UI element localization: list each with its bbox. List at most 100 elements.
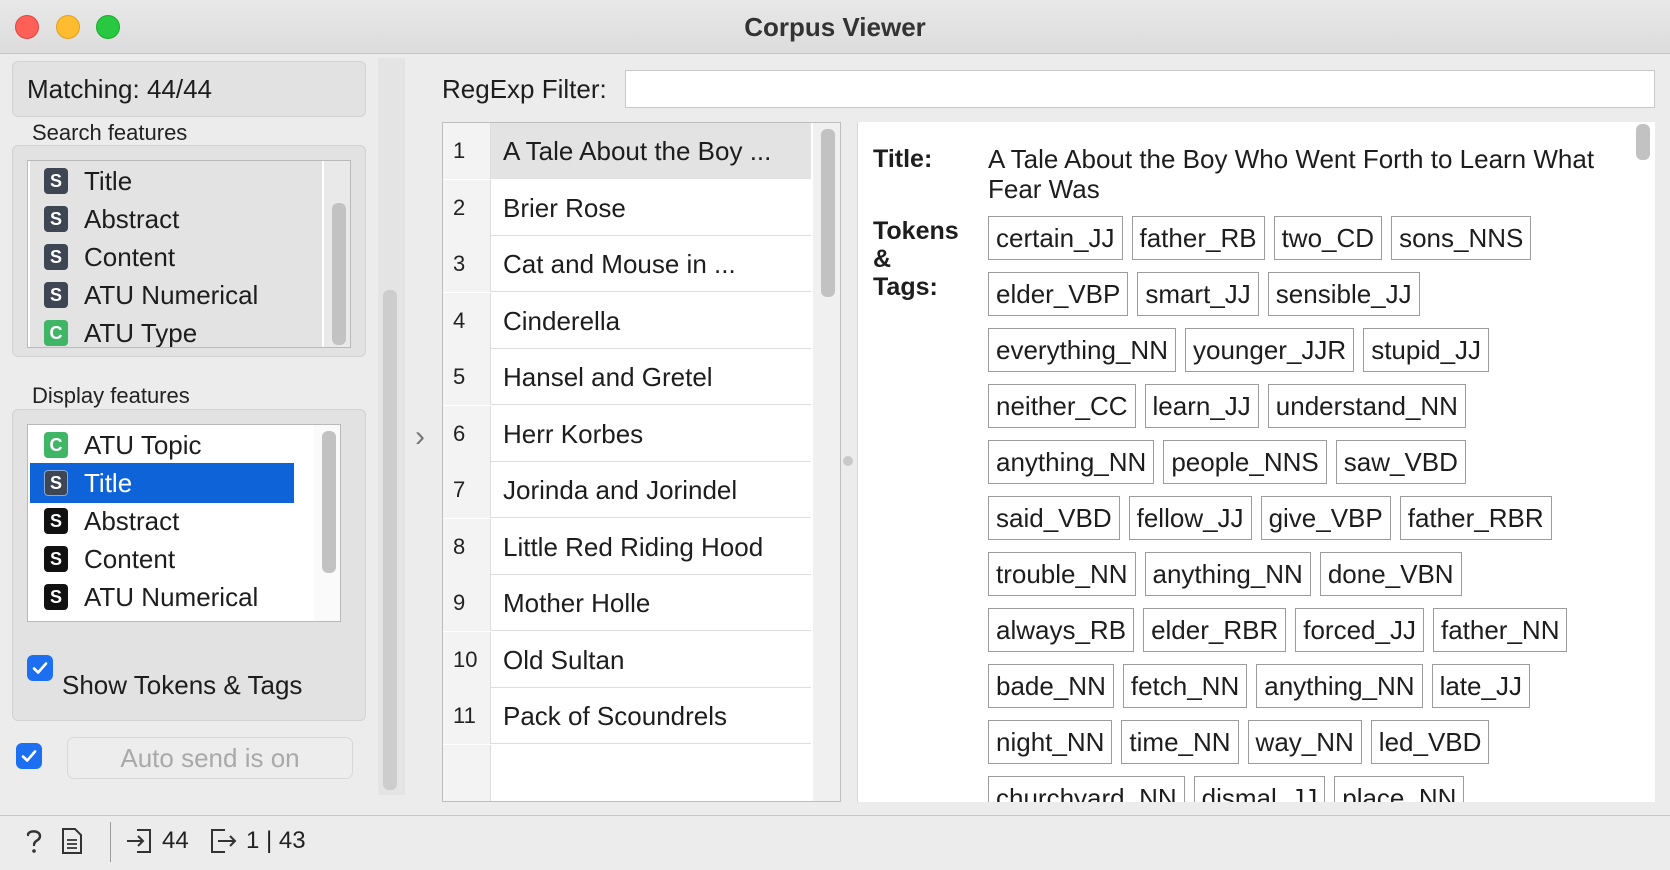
document-title: Old Sultan (503, 644, 625, 675)
feature-type-badge: S (44, 546, 68, 572)
document-index: 3 (443, 236, 491, 292)
report-icon[interactable] (60, 826, 84, 856)
feature-label: ATU Numerical (84, 581, 259, 612)
detail-scrollbar[interactable] (1628, 122, 1655, 802)
input-count: 44 (162, 827, 189, 854)
feature-label: Content (84, 543, 176, 574)
token-tag: anything_NN (1144, 552, 1311, 596)
matching-box: Matching: 44/44 (12, 61, 366, 117)
token-tag: bade_NN (988, 664, 1114, 708)
search-feature-item[interactable]: S ATU Numerical (30, 275, 322, 315)
document-index: 1 (443, 123, 491, 179)
token-tag: younger_JJR (1184, 328, 1355, 372)
display-feature-item[interactable]: S Abstract (30, 501, 294, 541)
document-index: 5 (443, 349, 491, 405)
feature-type-badge: S (44, 282, 68, 308)
token-tag: place_NN (1334, 776, 1465, 802)
display-feature-item[interactable]: S ATU Numerical (30, 577, 294, 617)
tokens-field-label-2: & (873, 245, 892, 273)
document-row[interactable] (443, 744, 811, 801)
token-tag: people_NNS (1163, 440, 1327, 484)
tag-row: churchyard_NN dismal_JJ place_NN (988, 776, 1628, 802)
display-feature-item[interactable]: C ATU Topic (30, 425, 294, 465)
token-tag: always_RB (988, 608, 1135, 652)
document-title: Cinderella (503, 305, 621, 336)
tag-row: elder_VBP smart_JJ sensible_JJ (988, 272, 1628, 328)
feature-label: Abstract (84, 505, 180, 536)
output-signal[interactable]: 1 | 43 (208, 826, 306, 856)
feature-label: ATU Topic (84, 429, 202, 460)
document-row[interactable]: 8 Little Red Riding Hood (443, 518, 811, 575)
feature-type-badge: S (44, 206, 68, 232)
document-index: 4 (443, 292, 491, 349)
title-field-value: A Tale About the Boy Who Went Forth to L… (988, 144, 1595, 204)
title-bar: Corpus Viewer (0, 0, 1670, 54)
document-row[interactable]: 3 Cat and Mouse in ... (443, 236, 811, 292)
document-row[interactable]: 10 Old Sultan (443, 631, 811, 688)
document-index: 2 (443, 179, 491, 236)
document-row[interactable]: 7 Jorinda and Jorindel (443, 462, 811, 518)
document-row[interactable]: 5 Hansel and Gretel (443, 349, 811, 405)
token-tag: anything_NN (988, 440, 1155, 484)
document-row[interactable]: 4 Cinderella (443, 292, 811, 349)
detail-scroll-thumb[interactable] (1636, 124, 1650, 160)
token-tag: sensible_JJ (1267, 272, 1420, 316)
splitter-scroll-thumb[interactable] (383, 290, 397, 790)
help-icon[interactable] (22, 826, 46, 856)
show-tokens-checkbox[interactable] (27, 655, 53, 681)
document-list[interactable]: 1 A Tale About the Boy ... 2 Brier Rose 3 Cat… (442, 122, 841, 802)
auto-send-checkbox[interactable] (16, 743, 42, 769)
matching-count: Matching: 44/44 (27, 74, 213, 104)
document-title: Jorinda and Jorindel (503, 475, 738, 505)
tag-row: anything_NN people_NNS saw_VBD (988, 440, 1628, 496)
document-title: Herr Korbes (503, 418, 644, 449)
search-feature-item[interactable]: S Abstract (30, 199, 322, 239)
document-row[interactable]: 11 Pack of Scoundrels (443, 688, 811, 744)
feature-type-badge: S (44, 508, 68, 534)
search-feature-item[interactable]: S Title (30, 161, 322, 201)
token-tag: said_VBD (988, 496, 1120, 540)
feature-label: Title (84, 165, 133, 196)
auto-send-button[interactable]: Auto send is on (67, 737, 353, 779)
chevron-right-icon[interactable]: › (415, 420, 425, 454)
document-title: Pack of Scoundrels (503, 701, 728, 731)
checkmark-icon (32, 662, 48, 674)
document-title: Mother Holle (503, 588, 651, 618)
search-feature-item[interactable]: C ATU Type (30, 313, 322, 347)
display-feature-item[interactable]: S Title (30, 463, 294, 503)
output-signal-icon (211, 829, 237, 853)
feature-type-badge: C (44, 432, 68, 458)
display-features-scroll-thumb[interactable] (322, 431, 336, 573)
splitter-handle[interactable] (843, 456, 853, 466)
token-tag: dismal_JJ (1193, 776, 1326, 802)
search-features-scroll-thumb[interactable] (332, 203, 346, 345)
regexp-filter-label: RegExp Filter: (442, 74, 607, 104)
document-row[interactable]: 6 Herr Korbes (443, 405, 811, 462)
token-tag: way_NN (1247, 720, 1362, 764)
document-row[interactable]: 9 Mother Holle (443, 575, 811, 631)
document-list-scroll-thumb[interactable] (821, 129, 835, 297)
regexp-filter-input[interactable] (625, 70, 1655, 108)
document-row[interactable]: 1 A Tale About the Boy ... (443, 123, 811, 179)
search-features-scrollbar[interactable] (324, 161, 350, 347)
display-features-list[interactable]: C ATU Topic S Title S Abstract S Content S ATU Nu… (27, 424, 341, 622)
tag-row: certain_JJ father_RB two_CD sons_NNS (988, 216, 1628, 272)
token-tag: late_JJ (1431, 664, 1530, 708)
search-feature-item[interactable]: S Content (30, 237, 322, 277)
feature-type-badge: S (44, 244, 68, 270)
token-tag: elder_RBR (1143, 608, 1287, 652)
panel-splitter[interactable] (378, 58, 405, 795)
search-features-list[interactable]: S Title S Abstract S Content S ATU Numerical C AT… (27, 160, 351, 348)
token-tag: understand_NN (1267, 384, 1466, 428)
display-features-scrollbar[interactable] (314, 425, 340, 621)
document-list-scrollbar[interactable] (813, 123, 840, 801)
display-features-label: Display features (32, 383, 190, 408)
display-feature-item[interactable]: S Content (30, 539, 294, 579)
show-tokens-label[interactable]: Show Tokens & Tags (62, 670, 302, 701)
tag-row: everything_NN younger_JJR stupid_JJ (988, 328, 1628, 384)
document-row[interactable]: 2 Brier Rose (443, 179, 811, 236)
input-signal[interactable]: 44 (124, 826, 189, 856)
document-title: A Tale About the Boy ... (503, 136, 772, 166)
document-title: Hansel and Gretel (503, 362, 713, 392)
token-tag: done_VBN (1319, 552, 1462, 596)
